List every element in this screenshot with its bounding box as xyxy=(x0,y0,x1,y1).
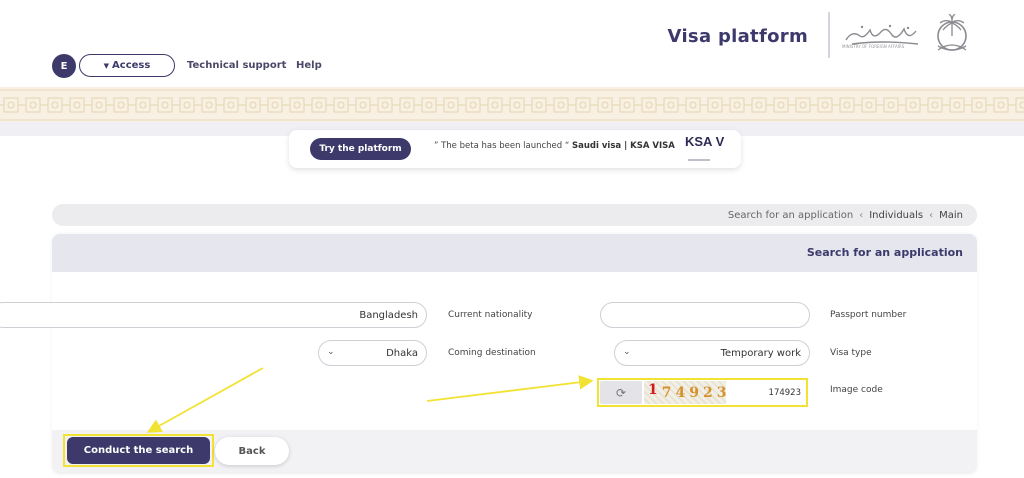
promo-text-intro: ” The beta has been launched “ xyxy=(434,141,570,151)
decorative-pattern-band xyxy=(0,87,1024,123)
ministry-tagline: MINISTRY OF FOREIGN AFFAIRS xyxy=(842,44,905,49)
ksa-logo-text: KSA VISA xyxy=(685,134,725,149)
breadcrumb: Search for an application ‹ Individuals … xyxy=(52,204,977,226)
coming-destination-label: Coming destination xyxy=(448,348,536,358)
visa-search-page: E ▼ Access Technical support Help Visa p… xyxy=(0,0,1024,478)
image-code-label: Image code xyxy=(830,385,883,395)
passport-number-input[interactable] xyxy=(600,302,810,328)
captcha-chars-rest: 74923 xyxy=(661,384,731,401)
breadcrumb-current: Search for an application xyxy=(727,209,854,221)
language-toggle-button[interactable]: E xyxy=(52,54,76,78)
access-dropdown-button[interactable]: ▼ Access xyxy=(79,54,175,77)
current-nationality-field[interactable]: Bangladesh xyxy=(0,302,427,328)
platform-title: Visa platform xyxy=(667,26,808,47)
caret-down-icon: ▼ xyxy=(103,61,110,70)
beta-promo-card: Try the platform ” The beta has been lau… xyxy=(289,130,747,168)
panel-header: Search for an application xyxy=(52,234,977,272)
breadcrumb-individuals[interactable]: Individuals xyxy=(869,210,923,221)
coming-destination-value: Dhaka xyxy=(386,347,418,359)
breadcrumb-main[interactable]: Main xyxy=(939,210,963,221)
refresh-icon: ⟳ xyxy=(615,385,627,400)
back-button[interactable]: Back xyxy=(215,437,289,465)
promo-text: ” The beta has been launched “ Saudi vis… xyxy=(434,141,675,151)
ksa-visa-logo[interactable]: KSA VISA xyxy=(685,133,747,165)
conduct-search-button[interactable]: Conduct the search xyxy=(67,437,210,464)
panel-title: Search for an application xyxy=(806,246,963,259)
current-nationality-value: Bangladesh xyxy=(359,309,418,321)
image-code-value: 174923 xyxy=(768,387,801,398)
nav-technical-support[interactable]: Technical support xyxy=(187,60,286,71)
current-nationality-label: Current nationality xyxy=(448,310,533,320)
refresh-captcha-button[interactable]: ⟳ xyxy=(600,381,642,404)
promo-text-bold: Saudi visa | KSA VISA xyxy=(572,141,675,151)
chevron-down-icon: ⌄ xyxy=(327,347,335,357)
nav-help[interactable]: Help xyxy=(296,60,322,71)
captcha-char-first: 1 xyxy=(648,381,662,398)
chevron-left-icon: ‹ xyxy=(859,209,864,221)
visa-type-select[interactable]: ⌄ Temporary work xyxy=(614,340,810,366)
try-platform-button[interactable]: Try the platform xyxy=(310,138,411,160)
image-code-group: ⟳ 1 74923 174923 xyxy=(597,378,808,407)
access-label: Access xyxy=(112,60,151,71)
captcha-image: 1 74923 xyxy=(644,381,726,404)
visa-type-label: Visa type xyxy=(830,348,872,358)
ministry-emblem-icon xyxy=(845,13,967,51)
coming-destination-select[interactable]: ⌄ Dhaka xyxy=(318,340,427,366)
image-code-input[interactable]: 174923 xyxy=(728,381,805,404)
ministry-logo[interactable]: MINISTRY OF FOREIGN AFFAIRS xyxy=(842,13,982,58)
chevron-down-icon: ⌄ xyxy=(623,347,631,357)
chevron-left-icon: ‹ xyxy=(929,209,934,221)
header-divider xyxy=(828,12,830,58)
ksa-visa-logo-icon: KSA VISA xyxy=(685,134,747,161)
visa-type-value: Temporary work xyxy=(720,347,801,359)
passport-number-label: Passport number xyxy=(830,310,907,320)
